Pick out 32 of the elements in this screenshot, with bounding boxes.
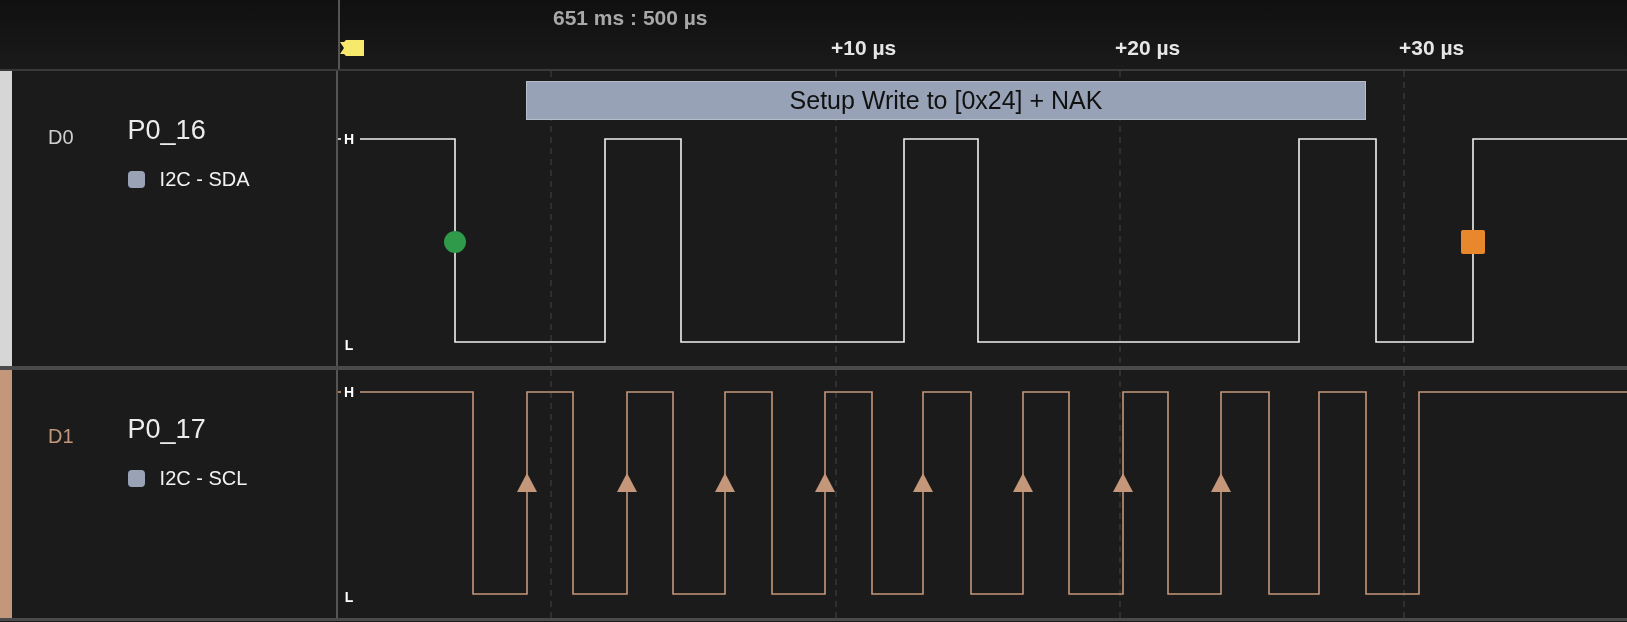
- level-tick: [338, 138, 342, 140]
- level-tick: [338, 391, 342, 393]
- analyzer-label: I2C - SCL: [159, 467, 248, 490]
- rising-edge-arrow-icon: [913, 473, 933, 492]
- rising-edge-arrow-icon: [715, 473, 735, 492]
- channel-name: P0_17: [127, 414, 207, 445]
- rising-edge-arrow-icon: [617, 473, 637, 492]
- analyzer-square-icon: [127, 171, 145, 188]
- high-level-label: H: [343, 131, 355, 147]
- channel-label-panel[interactable]: D0 P0_16 I2C - SDA: [0, 71, 338, 366]
- channel-label-panel[interactable]: D1 P0_17 I2C - SCL: [0, 370, 338, 618]
- low-level-label: L: [344, 589, 354, 605]
- high-level-label: H: [343, 384, 355, 400]
- protocol-annotation[interactable]: Setup Write to [0x24] + NAK: [526, 81, 1366, 120]
- channel-id: D1: [48, 425, 74, 448]
- rising-edge-arrow-icon: [1013, 473, 1033, 492]
- stop-marker-icon: [1461, 230, 1485, 254]
- time-tick-label: +30 µs: [1399, 36, 1465, 60]
- rising-edge-arrow-icon: [1113, 473, 1133, 492]
- time-tick-label: +20 µs: [1115, 36, 1181, 60]
- channel-id: D0: [48, 126, 74, 149]
- channel-name: P0_16: [127, 115, 207, 146]
- start-marker-icon: [444, 231, 466, 253]
- rising-edge-arrow-icon: [517, 473, 537, 492]
- analyzer-square-icon: [127, 470, 145, 487]
- rising-edge-arrow-icon: [1211, 473, 1231, 492]
- rising-edge-arrow-icon: [815, 473, 835, 492]
- cursor-time: 651 ms : 500 µs: [553, 6, 708, 30]
- time-tick-label: +10 µs: [831, 36, 897, 60]
- analyzer-label: I2C - SDA: [159, 168, 250, 191]
- low-level-label: L: [344, 337, 354, 353]
- marker-flag-icon[interactable]: [340, 38, 364, 58]
